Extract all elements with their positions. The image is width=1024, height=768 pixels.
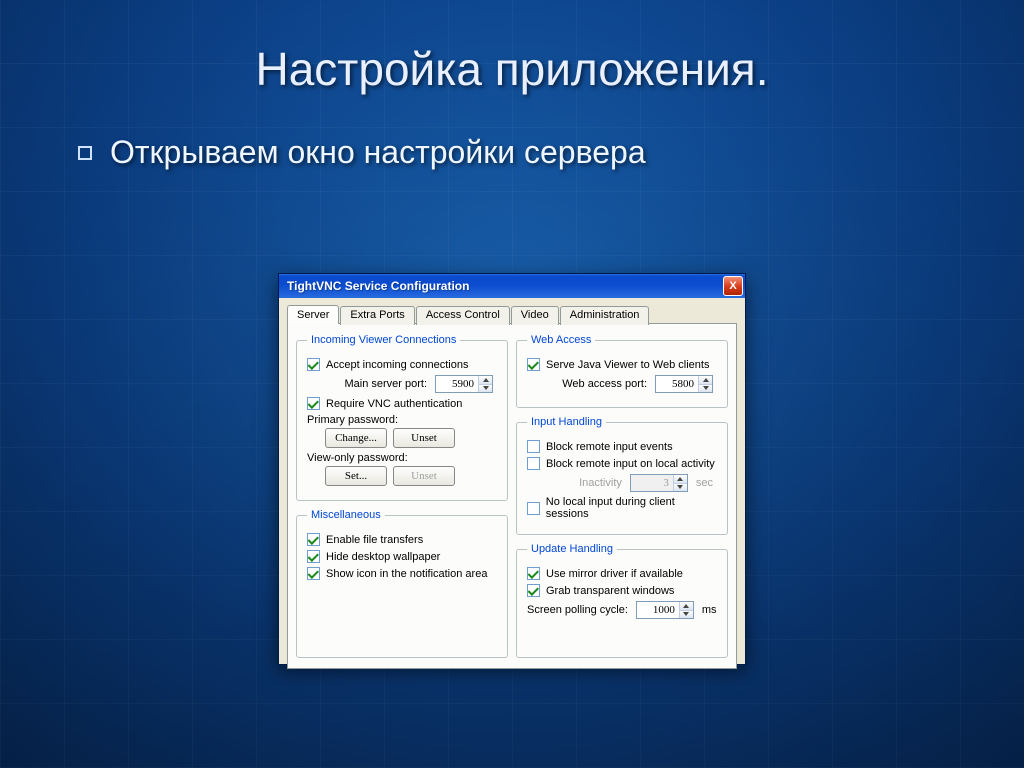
close-icon: X	[729, 280, 736, 292]
label-inactivity: Inactivity	[579, 477, 622, 489]
checkbox-accept-connections[interactable]	[307, 358, 320, 371]
main-port-spin-buttons[interactable]	[478, 376, 492, 392]
unset-primary-password-button[interactable]: Unset	[393, 428, 455, 448]
checkbox-mirror-driver[interactable]	[527, 567, 540, 580]
checkbox-tray-icon[interactable]	[307, 567, 320, 580]
label-inactivity-unit: sec	[696, 477, 713, 489]
checkbox-require-auth[interactable]	[307, 397, 320, 410]
checkbox-block-on-local-activity[interactable]	[527, 457, 540, 470]
label-serve-java: Serve Java Viewer to Web clients	[546, 359, 709, 371]
bullet-icon	[78, 146, 92, 160]
slide-title: Настройка приложения.	[0, 0, 1024, 96]
set-viewonly-password-button[interactable]: Set...	[325, 466, 387, 486]
main-port-spinner[interactable]	[435, 375, 493, 393]
label-file-transfers: Enable file transfers	[326, 534, 423, 546]
group-update-legend: Update Handling	[527, 543, 617, 555]
label-block-on-local-activity: Block remote input on local activity	[546, 458, 715, 470]
tab-server[interactable]: Server	[287, 305, 339, 324]
tab-panel-server: Incoming Viewer Connections Accept incom…	[287, 323, 737, 669]
bullet-text: Открываем окно настройки сервера	[110, 134, 646, 171]
group-incoming: Incoming Viewer Connections Accept incom…	[296, 334, 508, 501]
label-grab-transparent: Grab transparent windows	[546, 585, 674, 597]
label-tray-icon: Show icon in the notification area	[326, 568, 487, 580]
group-input: Input Handling Block remote input events…	[516, 416, 728, 535]
label-main-port: Main server port:	[344, 378, 427, 390]
group-update: Update Handling Use mirror driver if ava…	[516, 543, 728, 658]
tab-access-control[interactable]: Access Control	[416, 306, 510, 325]
label-accept-connections: Accept incoming connections	[326, 359, 468, 371]
checkbox-block-remote-input[interactable]	[527, 440, 540, 453]
checkbox-no-local-input[interactable]	[527, 502, 540, 515]
web-port-spinner[interactable]	[655, 375, 713, 393]
group-misc-legend: Miscellaneous	[307, 509, 385, 521]
label-mirror-driver: Use mirror driver if available	[546, 568, 683, 580]
label-polling-cycle: Screen polling cycle:	[527, 604, 628, 616]
label-viewonly-password: View-only password:	[307, 452, 497, 464]
label-polling-unit: ms	[702, 604, 717, 616]
polling-input[interactable]	[637, 602, 679, 618]
group-web: Web Access Serve Java Viewer to Web clie…	[516, 334, 728, 408]
label-block-remote-input: Block remote input events	[546, 441, 673, 453]
inactivity-input	[631, 475, 673, 491]
group-misc: Miscellaneous Enable file transfers Hide…	[296, 509, 508, 658]
label-require-auth: Require VNC authentication	[326, 398, 462, 410]
group-incoming-legend: Incoming Viewer Connections	[307, 334, 460, 346]
polling-spin-buttons[interactable]	[679, 602, 693, 618]
bullet-row: Открываем окно настройки сервера	[78, 134, 1024, 171]
change-primary-password-button[interactable]: Change...	[325, 428, 387, 448]
label-web-port: Web access port:	[562, 378, 647, 390]
inactivity-spinner	[630, 474, 688, 492]
tab-administration[interactable]: Administration	[560, 306, 650, 325]
config-dialog: TightVNC Service Configuration X Server …	[278, 273, 746, 665]
web-port-input[interactable]	[656, 376, 698, 392]
group-input-legend: Input Handling	[527, 416, 606, 428]
label-no-local-input: No local input during client sessions	[546, 496, 717, 520]
close-button[interactable]: X	[723, 276, 743, 296]
label-primary-password: Primary password:	[307, 414, 497, 426]
checkbox-file-transfers[interactable]	[307, 533, 320, 546]
polling-spinner[interactable]	[636, 601, 694, 619]
tabs: Server Extra Ports Access Control Video …	[279, 298, 745, 323]
checkbox-serve-java[interactable]	[527, 358, 540, 371]
right-column: Web Access Serve Java Viewer to Web clie…	[516, 334, 728, 658]
group-web-legend: Web Access	[527, 334, 595, 346]
titlebar[interactable]: TightVNC Service Configuration X	[279, 274, 745, 298]
tab-extra-ports[interactable]: Extra Ports	[340, 306, 414, 325]
left-column: Incoming Viewer Connections Accept incom…	[296, 334, 508, 658]
web-port-spin-buttons[interactable]	[698, 376, 712, 392]
unset-viewonly-password-button[interactable]: Unset	[393, 466, 455, 486]
main-port-input[interactable]	[436, 376, 478, 392]
checkbox-hide-wallpaper[interactable]	[307, 550, 320, 563]
inactivity-spin-buttons	[673, 475, 687, 491]
checkbox-grab-transparent[interactable]	[527, 584, 540, 597]
tab-video[interactable]: Video	[511, 306, 559, 325]
titlebar-text: TightVNC Service Configuration	[287, 279, 723, 293]
label-hide-wallpaper: Hide desktop wallpaper	[326, 551, 440, 563]
